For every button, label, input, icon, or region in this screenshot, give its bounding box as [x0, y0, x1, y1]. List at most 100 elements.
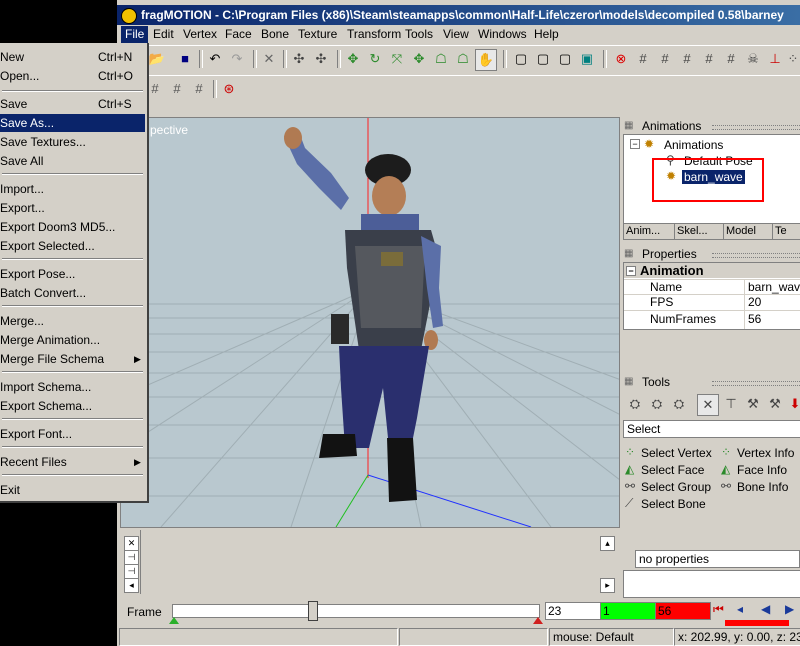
start-frame-input[interactable]: 1 — [600, 602, 656, 620]
scale-icon[interactable]: ⤧ — [387, 49, 407, 69]
grid-snap2-icon[interactable]: # — [167, 79, 187, 99]
frame-slider-thumb[interactable] — [308, 601, 319, 621]
menu-face[interactable]: Face — [221, 26, 256, 43]
file-menu-item-import-schema[interactable]: Import Schema... — [0, 378, 145, 396]
play-icon[interactable]: ▶ — [785, 602, 794, 616]
select-vertex-icon[interactable]: ✣ — [289, 49, 309, 69]
file-menu-item-recent-files[interactable]: Recent Files ▶ — [0, 453, 145, 471]
bone-move-icon[interactable]: ✥ — [409, 49, 429, 69]
vertex-icon[interactable]: ⁘ — [783, 49, 800, 69]
file-menu-item-save-all[interactable]: Save All — [0, 152, 145, 170]
file-menu-item-save-textures[interactable]: Save Textures... — [0, 133, 145, 151]
pose-icon[interactable]: ✋ — [475, 49, 497, 71]
current-frame-input[interactable]: 23 — [545, 602, 601, 620]
select-face-icon[interactable]: ✣ — [311, 49, 331, 69]
scroll-up-icon[interactable]: ▴ — [600, 536, 615, 551]
axis-icon[interactable]: ⊥ — [765, 49, 785, 69]
tool5-icon[interactable]: ⊤ — [721, 394, 741, 414]
tab-textures[interactable]: Te — [772, 223, 800, 240]
select-face-tool[interactable]: Select Face — [641, 463, 704, 477]
window3-icon[interactable]: ▢ — [555, 49, 575, 69]
menu-vertex[interactable]: Vertex — [179, 26, 221, 43]
menu-texture[interactable]: Texture — [294, 26, 341, 43]
prop-name-value[interactable]: barn_wav — [748, 280, 800, 294]
file-menu-item-merge[interactable]: Merge... — [0, 312, 145, 330]
file-menu-item-save-as[interactable]: Save As... — [0, 114, 145, 132]
grid3-icon[interactable]: # — [677, 49, 697, 69]
tool2-icon[interactable]: ⛭ — [647, 394, 667, 414]
tab-model[interactable]: Model — [723, 223, 773, 240]
bone-rotate-icon[interactable]: ☖ — [431, 49, 451, 69]
tool8-icon[interactable]: ⬇ — [785, 394, 800, 414]
grid-icon[interactable]: # — [633, 49, 653, 69]
grid2-icon[interactable]: # — [655, 49, 675, 69]
vertex-info-tool[interactable]: Vertex Info — [737, 446, 794, 460]
window2-icon[interactable]: ▢ — [533, 49, 553, 69]
menu-tools[interactable]: Tools — [401, 26, 437, 43]
texture-view-icon[interactable]: ▣ — [577, 49, 597, 69]
track-canvas[interactable] — [140, 530, 601, 594]
scroll-right-icon[interactable]: ▸ — [600, 578, 615, 593]
file-menu-item-export-schema[interactable]: Export Schema... — [0, 397, 145, 415]
menu-view[interactable]: View — [439, 26, 473, 43]
file-menu-item-export-pose[interactable]: Export Pose... — [0, 265, 145, 283]
menu-transform[interactable]: Transform — [343, 26, 405, 43]
grid4-icon[interactable]: # — [699, 49, 719, 69]
prop-fps-value[interactable]: 20 — [748, 295, 761, 309]
tool1-icon[interactable]: ⛭ — [625, 394, 645, 414]
target-icon[interactable]: ⊗ — [611, 49, 631, 69]
prop-numframes-value[interactable]: 56 — [748, 312, 761, 326]
prev-frame-icon[interactable]: ◂ — [737, 602, 743, 616]
tab-skeleton[interactable]: Skel... — [674, 223, 724, 240]
window-icon[interactable]: ▢ — [511, 49, 531, 69]
tree-root[interactable]: Animations — [664, 138, 723, 152]
menu-help[interactable]: Help — [530, 26, 563, 43]
tool7-icon[interactable]: ⚒ — [765, 394, 785, 414]
grid5-icon[interactable]: # — [721, 49, 741, 69]
file-menu-item-export[interactable]: Export... — [0, 199, 145, 217]
first-frame-icon[interactable]: ⏮ — [713, 602, 724, 617]
move-icon[interactable]: ✥ — [343, 49, 363, 69]
save-icon[interactable]: ■ — [175, 49, 195, 69]
file-menu-item-merge-file-schema[interactable]: Merge File Schema ▶ — [0, 350, 145, 368]
menu-edit[interactable]: Edit — [149, 26, 178, 43]
select-bone-tool[interactable]: Select Bone — [641, 497, 706, 511]
rotate-icon[interactable]: ↻ — [365, 49, 385, 69]
crosshair-icon[interactable]: ⊛ — [219, 79, 239, 99]
select-group-tool[interactable]: Select Group — [641, 480, 711, 494]
collapse-section-icon[interactable]: − — [626, 266, 636, 276]
file-menu-item-merge-animation[interactable]: Merge Animation... — [0, 331, 145, 349]
menu-bone[interactable]: Bone — [257, 26, 293, 43]
collapse-icon[interactable]: ✕ — [124, 536, 139, 551]
tool4-icon[interactable]: ✕ — [697, 394, 719, 416]
tool-mode-select[interactable]: Select — [623, 420, 800, 438]
collapse-node-icon[interactable]: − — [630, 139, 640, 149]
frame-slider[interactable] — [172, 601, 540, 621]
skeleton-icon[interactable]: ☠ — [743, 49, 763, 69]
scroll-left-icon[interactable]: ◂ — [124, 578, 139, 593]
redo-icon[interactable]: ↷ — [227, 49, 247, 69]
file-menu-item-import[interactable]: Import... — [0, 180, 145, 198]
delete-icon[interactable]: ✕ — [259, 49, 279, 69]
select-vertex-tool[interactable]: Select Vertex — [641, 446, 712, 460]
tool6-icon[interactable]: ⚒ — [743, 394, 763, 414]
key-icon[interactable]: ⊣ — [124, 550, 139, 565]
grid-snap3-icon[interactable]: # — [189, 79, 209, 99]
file-menu-item-export-selected[interactable]: Export Selected... — [0, 237, 145, 255]
file-menu-item-export-doom3-md5[interactable]: Export Doom3 MD5... — [0, 218, 145, 236]
file-menu-item-new[interactable]: New Ctrl+N — [0, 48, 145, 66]
file-menu-item-save[interactable]: Save Ctrl+S — [0, 95, 145, 113]
end-frame-input[interactable]: 56 — [655, 602, 711, 620]
play-back-icon[interactable]: ◀ — [761, 602, 770, 616]
bone-info-tool[interactable]: Bone Info — [737, 480, 788, 494]
bone-scale-icon[interactable]: ☖ — [453, 49, 473, 69]
face-info-tool[interactable]: Face Info — [737, 463, 787, 477]
menu-windows[interactable]: Windows — [474, 26, 531, 43]
undo-icon[interactable]: ↶ — [205, 49, 225, 69]
3d-viewport[interactable]: pective — [120, 117, 620, 528]
menu-file[interactable]: File — [121, 26, 149, 43]
open-icon[interactable]: 📂 — [147, 49, 167, 69]
file-menu-item-export-font[interactable]: Export Font... — [0, 425, 145, 443]
key2-icon[interactable]: ⊣ — [124, 564, 139, 579]
tab-animations[interactable]: Anim... — [623, 223, 675, 240]
